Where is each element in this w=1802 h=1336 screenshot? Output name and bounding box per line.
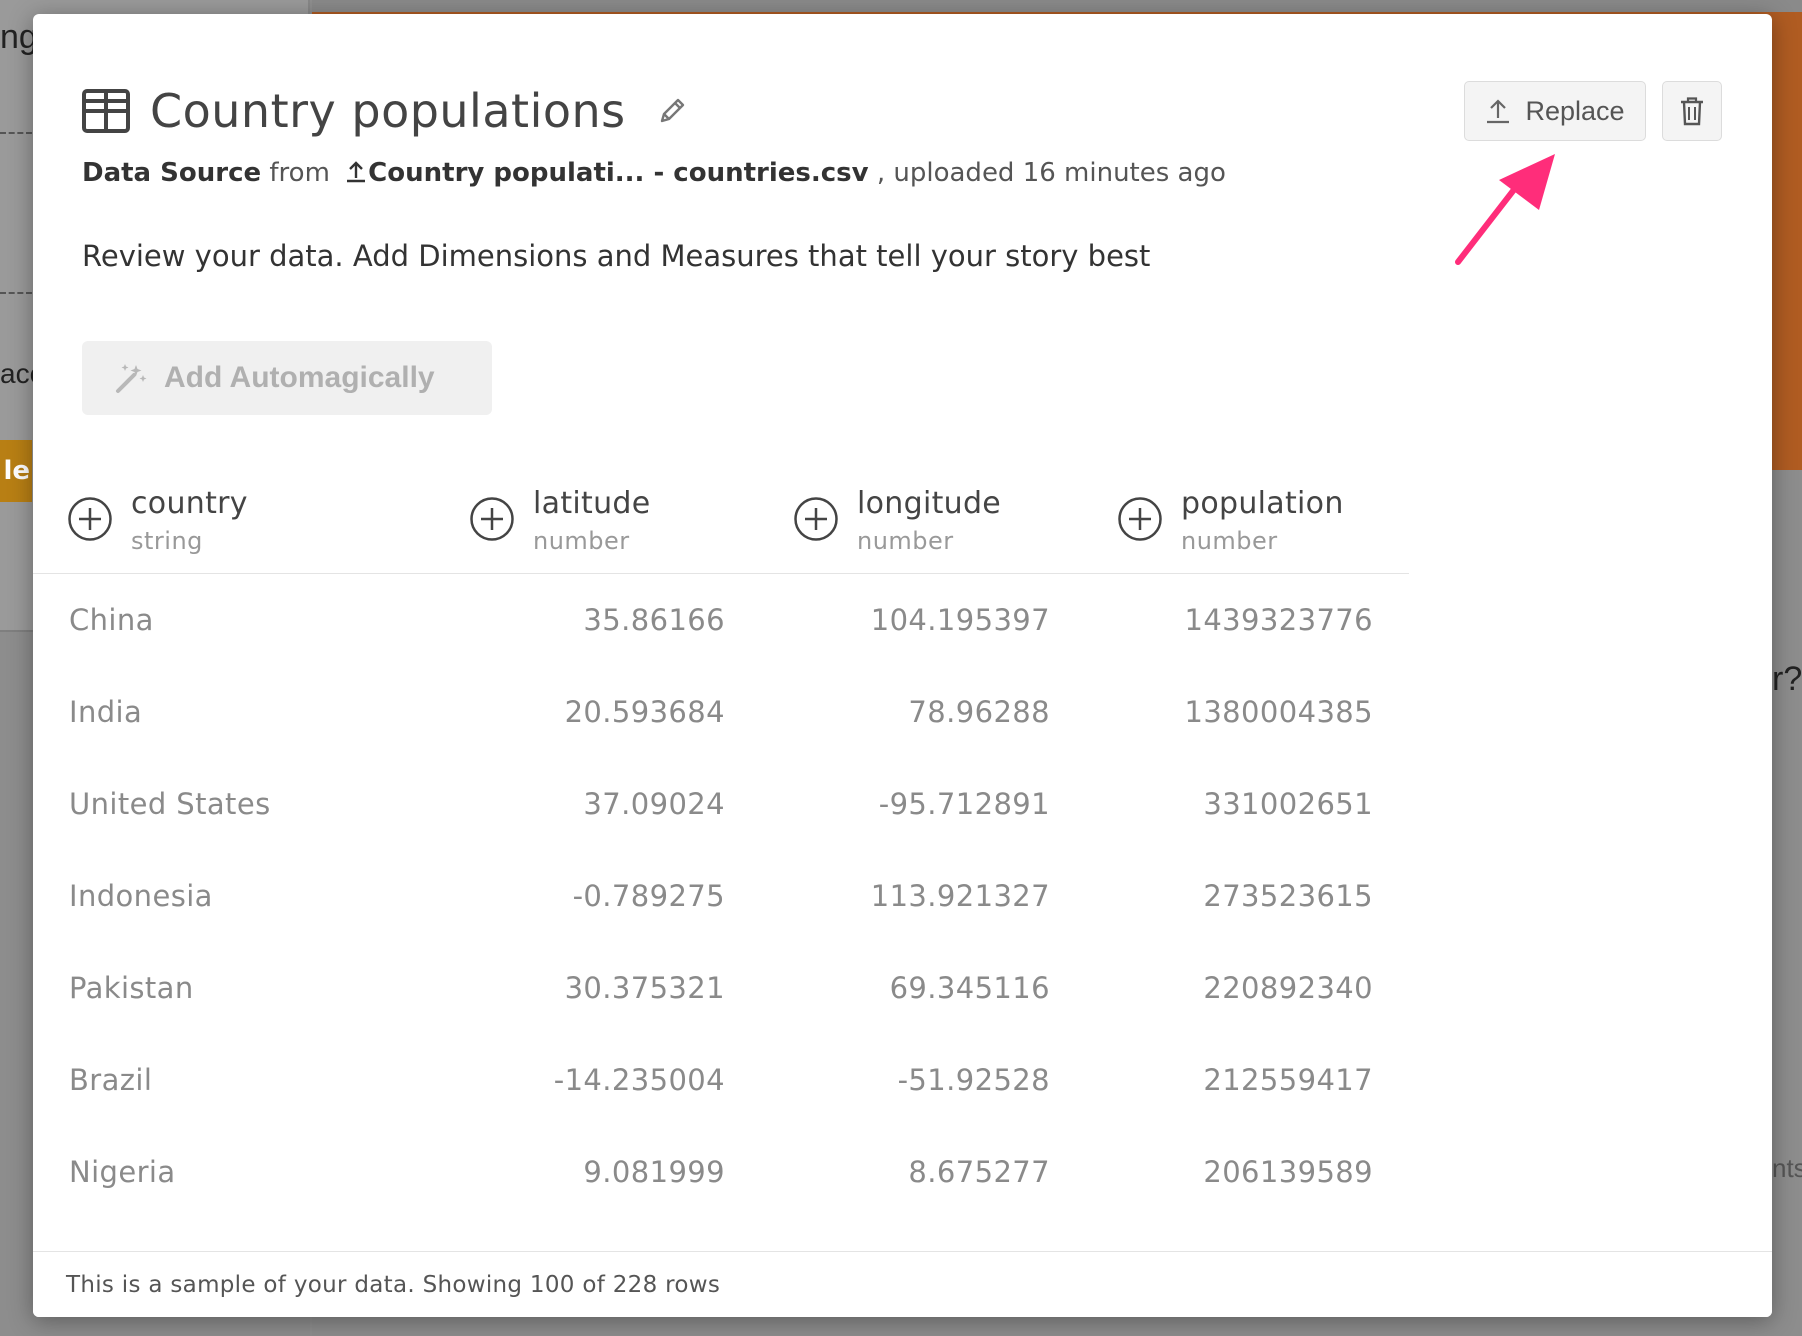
dialog-header: Country populations	[82, 84, 688, 138]
table-row: China 35.86166 104.195397 1439323776	[33, 574, 1409, 666]
background-dashed-divider	[0, 292, 32, 294]
background-text-fragment: r?	[1772, 660, 1802, 698]
add-column-icon[interactable]	[793, 496, 839, 542]
cell-country: Pakistan	[69, 971, 194, 1005]
intro-text: Review your data. Add Dimensions and Mea…	[82, 239, 1151, 273]
cell-longitude: 78.96288	[908, 695, 1050, 729]
column-type: number	[857, 527, 954, 555]
cell-longitude: 69.345116	[889, 971, 1050, 1005]
cell-latitude: 9.081999	[583, 1155, 725, 1189]
table-row: Pakistan 30.375321 69.345116 220892340	[33, 942, 1409, 1034]
cell-population: 273523615	[1203, 879, 1373, 913]
column-header-country: country string	[67, 484, 248, 558]
cell-latitude: -14.235004	[553, 1063, 725, 1097]
pencil-icon[interactable]	[656, 95, 688, 127]
page-title: Country populations	[150, 84, 626, 138]
cell-population: 206139589	[1203, 1155, 1373, 1189]
delete-button[interactable]	[1662, 81, 1722, 141]
data-source-info: Data Source from Country populati... - c…	[82, 158, 1226, 188]
data-source-from: from	[269, 158, 330, 188]
upload-icon	[347, 161, 366, 183]
column-name: population	[1181, 486, 1344, 521]
annotation-arrow-icon	[1455, 154, 1555, 265]
column-name: longitude	[857, 486, 1002, 521]
data-source-file-link[interactable]: Country populati... - countries.csv	[368, 158, 868, 188]
cell-country: Nigeria	[69, 1155, 176, 1189]
cell-latitude: 35.86166	[583, 603, 725, 637]
add-column-icon[interactable]	[67, 496, 113, 542]
data-source-uploaded-time: , uploaded 16 minutes ago	[876, 158, 1226, 188]
column-type: string	[131, 527, 203, 555]
table-row: India 20.593684 78.96288 1380004385	[33, 666, 1409, 758]
magic-wand-icon	[116, 364, 147, 393]
cell-population: 1439323776	[1184, 603, 1373, 637]
cell-country: United States	[69, 787, 271, 821]
cell-longitude: -51.92528	[897, 1063, 1050, 1097]
column-type: number	[533, 527, 630, 555]
cell-longitude: -95.712891	[878, 787, 1050, 821]
data-source-dialog: Country populations Data Source from Cou…	[33, 14, 1772, 1317]
cell-population: 331002651	[1203, 787, 1373, 821]
replace-label: Replace	[1525, 95, 1625, 126]
table-row: United States 37.09024 -95.712891 331002…	[33, 758, 1409, 850]
cell-latitude: -0.789275	[572, 879, 725, 913]
column-header-population: population number	[1117, 484, 1344, 558]
cell-longitude: 113.921327	[870, 879, 1050, 913]
upload-icon	[1487, 99, 1510, 124]
sample-info-footer: This is a sample of your data. Showing 1…	[33, 1251, 1772, 1317]
column-type: number	[1181, 527, 1278, 555]
cell-population: 212559417	[1203, 1063, 1373, 1097]
data-source-label: Data Source	[82, 158, 262, 188]
cell-latitude: 37.09024	[583, 787, 725, 821]
cell-population: 1380004385	[1184, 695, 1373, 729]
cell-longitude: 104.195397	[870, 603, 1050, 637]
table-row: Brazil -14.235004 -51.92528 212559417	[33, 1034, 1409, 1126]
table-row: Indonesia -0.789275 113.921327 273523615	[33, 850, 1409, 942]
cell-population: 220892340	[1203, 971, 1373, 1005]
background-text-fragment: nts	[1772, 1153, 1802, 1183]
add-automagically-label: Add Automagically	[164, 361, 435, 394]
column-header-longitude: longitude number	[793, 484, 1001, 558]
cell-latitude: 30.375321	[564, 971, 725, 1005]
background-dashed-divider	[0, 132, 32, 134]
table-row: Nigeria 9.081999 8.675277 206139589	[33, 1126, 1409, 1218]
cell-latitude: 20.593684	[564, 695, 725, 729]
column-name: country	[131, 486, 248, 521]
trash-icon	[1681, 97, 1703, 126]
column-name: latitude	[533, 486, 651, 521]
cell-country: China	[69, 603, 154, 637]
cell-country: India	[69, 695, 143, 729]
background-button-fragment: le	[0, 440, 32, 502]
add-column-icon[interactable]	[1117, 496, 1163, 542]
table-icon	[82, 89, 130, 133]
table-header: country string latitude number longitude…	[33, 484, 1409, 574]
cell-longitude: 8.675277	[908, 1155, 1050, 1189]
column-header-latitude: latitude number	[469, 484, 651, 558]
add-automagically-button[interactable]: Add Automagically	[82, 341, 492, 415]
data-preview-table: country string latitude number longitude…	[33, 484, 1409, 1259]
cell-country: Brazil	[69, 1063, 153, 1097]
cell-country: Indonesia	[69, 879, 213, 913]
replace-button[interactable]: Replace	[1464, 81, 1646, 141]
add-column-icon[interactable]	[469, 496, 515, 542]
